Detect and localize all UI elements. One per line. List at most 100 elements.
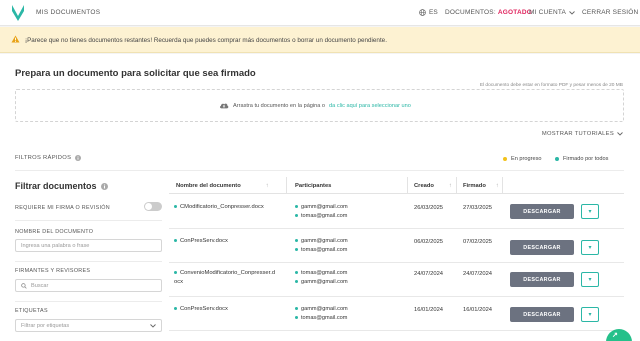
- signed-date: 24/07/2024: [463, 271, 493, 277]
- document-name-text: ConPresServ.docx: [180, 238, 228, 244]
- sort-arrow-icon: ↑: [495, 183, 499, 189]
- signers-search-input[interactable]: Buscar: [15, 279, 162, 292]
- sort-arrow-icon: ↑: [448, 183, 452, 189]
- created-date: 06/02/2025: [414, 239, 444, 245]
- participant: tomas@gmail.com: [295, 269, 348, 278]
- documents-label: DOCUMENTOS:: [445, 9, 496, 16]
- chevron-down-icon: ▾: [588, 277, 592, 283]
- participants-list: gamm@gmail.com tomas@gmail.com: [295, 305, 348, 323]
- table-row[interactable]: ConvenioModificatorio_Conpresser.d ocx t…: [169, 263, 624, 297]
- download-button[interactable]: DESCARGAR: [510, 272, 574, 287]
- info-icon[interactable]: [100, 182, 108, 190]
- more-options-button[interactable]: ▾: [581, 240, 599, 255]
- logout-link[interactable]: CERRAR SESIÓN: [582, 9, 638, 16]
- download-button[interactable]: DESCARGAR: [510, 204, 574, 219]
- chevron-down-icon: [150, 323, 156, 328]
- participants-list: gamm@gmail.com tomas@gmail.com: [295, 203, 348, 221]
- documents-status-value: AGOTADO: [497, 9, 532, 16]
- participant-status-icon: [295, 239, 298, 243]
- quick-filter-in-progress[interactable]: En progreso: [503, 156, 541, 162]
- document-name-text: ConPresServ.docx: [180, 306, 228, 312]
- column-header-created[interactable]: Creado ↑: [414, 183, 452, 189]
- warning-text: ¡Parece que no tienes documentos restant…: [25, 37, 387, 44]
- participant: gamm@gmail.com: [295, 305, 348, 314]
- signed-date: 27/03/2025: [463, 205, 493, 211]
- table-row[interactable]: CModificatorio_Conpresser.docx gamm@gmai…: [169, 195, 624, 229]
- participant-email: gamm@gmail.com: [301, 238, 348, 244]
- divider: [286, 177, 287, 194]
- select-file-link[interactable]: da clic aquí para seleccionar uno: [329, 103, 411, 109]
- column-header-name[interactable]: Nombre del documento ↑: [176, 183, 269, 189]
- top-navbar: MIS DOCUMENTOS ES DOCUMENTOS: AGOTADO MI…: [0, 0, 640, 26]
- language-selector[interactable]: ES: [419, 9, 438, 16]
- column-header-label: Nombre del documento: [176, 183, 241, 189]
- tags-select[interactable]: Filtrar por etiquetas: [15, 319, 162, 332]
- download-button[interactable]: DESCARGAR: [510, 240, 574, 255]
- main-card: Prepara un documento para solicitar que …: [0, 54, 640, 341]
- participant-email: gamm@gmail.com: [301, 279, 348, 285]
- participant: gamm@gmail.com: [295, 237, 348, 246]
- search-icon: [21, 282, 27, 289]
- signed-label: Firmado por todos: [563, 156, 609, 162]
- status-dot-icon: [174, 238, 177, 242]
- doc-name-input[interactable]: Ingresa una palabra o frase: [15, 239, 162, 252]
- participant: tomas@gmail.com: [295, 212, 348, 221]
- upload-dropzone[interactable]: Arrastra tu documento en la página o da …: [15, 89, 624, 122]
- document-name[interactable]: ConPresServ.docx: [174, 237, 282, 246]
- participant-status-icon: [295, 248, 298, 252]
- warning-icon: [11, 35, 20, 43]
- download-button[interactable]: DESCARGAR: [510, 307, 574, 322]
- dropzone-text: Arrastra tu documento en la página o da …: [219, 102, 411, 109]
- table-row[interactable]: ConPresServ.docx gamm@gmail.com tomas@gm…: [169, 229, 624, 263]
- my-account-menu[interactable]: MI CUENTA: [529, 9, 575, 16]
- more-options-button[interactable]: ▾: [581, 307, 599, 322]
- logo-icon[interactable]: [11, 4, 25, 22]
- dropzone-instruction: Arrastra tu documento en la página o: [233, 102, 326, 109]
- more-options-button[interactable]: ▾: [581, 204, 599, 219]
- page-title: Prepara un documento para solicitar que …: [15, 68, 256, 79]
- tags-placeholder: Filtrar por etiquetas: [21, 322, 70, 329]
- participant-email: gamm@gmail.com: [301, 306, 348, 312]
- document-name[interactable]: CModificatorio_Conpresser.docx: [174, 203, 282, 212]
- document-name-text: CModificatorio_Conpresser.docx: [180, 204, 264, 210]
- table-row[interactable]: ConPresServ.docx gamm@gmail.com tomas@gm…: [169, 297, 624, 331]
- more-options-button[interactable]: ▾: [581, 272, 599, 287]
- column-header-participants: Participantes: [295, 183, 332, 189]
- warning-banner: ¡Parece que no tienes documentos restant…: [0, 27, 640, 53]
- signers-placeholder: Buscar: [31, 282, 49, 289]
- created-date: 24/07/2024: [414, 271, 444, 277]
- chevron-down-icon: [569, 10, 575, 15]
- document-name[interactable]: ConPresServ.docx: [174, 305, 282, 314]
- divider: [502, 177, 503, 194]
- app-title[interactable]: MIS DOCUMENTOS: [36, 9, 100, 16]
- filter-panel-title: Filtrar documentos: [15, 181, 108, 191]
- participant: tomas@gmail.com: [295, 246, 348, 255]
- participant-email: tomas@gmail.com: [301, 213, 348, 219]
- quick-filter-signed[interactable]: Firmado por todos: [555, 156, 608, 162]
- created-date: 26/03/2025: [414, 205, 444, 211]
- divider: [15, 261, 162, 262]
- participant-status-icon: [295, 307, 298, 311]
- requires-sign-label: REQUIERE MI FIRMA O REVISIÓN: [15, 205, 110, 211]
- document-name[interactable]: ConvenioModificatorio_Conpresser.d ocx: [174, 269, 282, 287]
- participant-email: tomas@gmail.com: [301, 315, 348, 321]
- quick-filters-label: FILTROS RÁPIDOS: [15, 155, 82, 161]
- participants-list: gamm@gmail.com tomas@gmail.com: [295, 237, 348, 255]
- filter-title: Filtrar documentos: [15, 181, 97, 191]
- participant-email: tomas@gmail.com: [301, 247, 348, 253]
- column-header-signed[interactable]: Firmado ↑: [463, 183, 499, 189]
- chat-icon: ↗: [612, 332, 618, 339]
- chevron-down-icon: ▾: [588, 312, 592, 318]
- participant-email: gamm@gmail.com: [301, 204, 348, 210]
- globe-icon: [419, 9, 426, 16]
- info-icon[interactable]: [75, 155, 82, 161]
- signed-date: 07/02/2025: [463, 239, 493, 245]
- requires-sign-toggle[interactable]: [144, 202, 162, 211]
- participant-status-icon: [295, 205, 298, 209]
- in-progress-dot-icon: [503, 157, 507, 161]
- my-account-label: MI CUENTA: [529, 9, 567, 16]
- upload-limit-note: El documento debe estar en formato PDF y…: [479, 83, 623, 88]
- column-header-label: Creado: [414, 183, 434, 189]
- show-tutorials-toggle[interactable]: MOSTRAR TUTORIALES: [542, 131, 623, 137]
- status-dot-icon: [174, 270, 177, 274]
